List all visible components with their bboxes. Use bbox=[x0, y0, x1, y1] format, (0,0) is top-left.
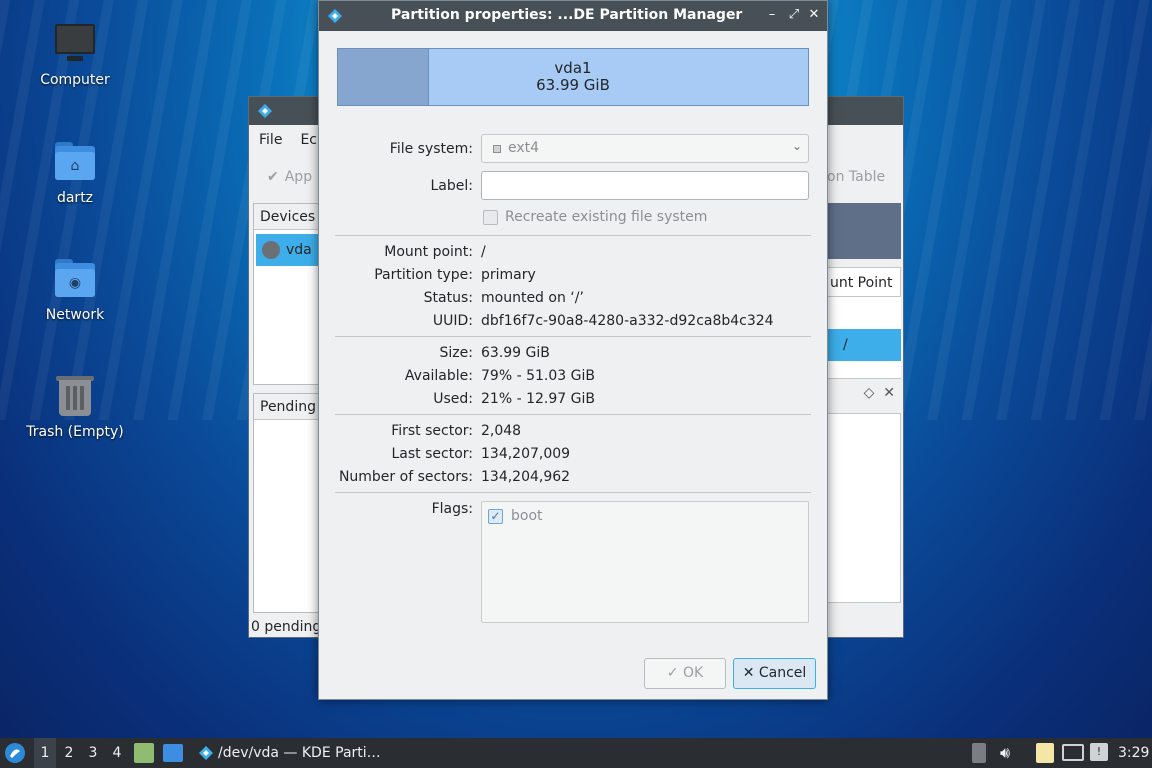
start-menu-icon[interactable] bbox=[4, 742, 26, 764]
network-folder-icon: ◉ bbox=[53, 257, 97, 301]
column-header-mount-point[interactable]: unt Point bbox=[827, 267, 901, 297]
recreate-checkbox[interactable] bbox=[483, 210, 498, 225]
workspace-4[interactable]: 4 bbox=[106, 738, 128, 768]
file-system-combo[interactable]: ext4 ⌄ bbox=[481, 134, 809, 163]
last-sector-value: 134,207,009 bbox=[481, 446, 571, 462]
separator bbox=[335, 414, 811, 415]
flags-label: Flags: bbox=[431, 501, 473, 517]
apply-check-icon: ✔ bbox=[267, 169, 279, 185]
desktop-icon-label: Network bbox=[45, 307, 105, 323]
uuid-value: dbf16f7c-90a8-4280-a332-d92ca8b4c324 bbox=[481, 313, 774, 329]
boot-flag-label: boot bbox=[511, 508, 543, 524]
ok-label: OK bbox=[682, 665, 704, 681]
dock-controls: ◇ ✕ bbox=[827, 385, 901, 413]
app-icon bbox=[199, 746, 213, 760]
num-sectors-label: Number of sectors: bbox=[338, 469, 473, 485]
available-value: 79% - 51.03 GiB bbox=[481, 368, 595, 384]
taskbar: 1 2 3 4 /dev/vda — KDE Parti… 🔊︎ ! 3:29 bbox=[0, 738, 1152, 768]
mount-point-value: / bbox=[481, 244, 486, 260]
status-value: mounted on ‘/’ bbox=[481, 290, 584, 306]
fs-color-icon bbox=[493, 145, 501, 153]
desktop-icon-network[interactable]: ◉ Network bbox=[20, 257, 130, 323]
workspace-3[interactable]: 3 bbox=[82, 738, 104, 768]
ok-button[interactable]: ✓ OK bbox=[644, 658, 726, 689]
desktop-icon-home[interactable]: ⌂ dartz bbox=[20, 140, 130, 206]
workspace-1[interactable]: 1 bbox=[34, 738, 56, 768]
apply-button[interactable]: App bbox=[285, 169, 312, 185]
partition-properties-dialog: Partition properties: ...DE Partition Ma… bbox=[318, 0, 828, 700]
recreate-label: Recreate existing file system bbox=[505, 209, 708, 225]
partition-usage-bar: vda1 63.99 GiB bbox=[337, 48, 809, 106]
close-dock-icon[interactable]: ✕ bbox=[883, 385, 895, 401]
partition-row[interactable]: / bbox=[827, 329, 901, 361]
chevron-down-icon: ⌄ bbox=[791, 139, 802, 153]
separator bbox=[335, 492, 811, 493]
desktop-icon-label: Computer bbox=[40, 72, 110, 88]
boot-flag-checkbox[interactable]: ✓ bbox=[488, 509, 503, 524]
cancel-label: Cancel bbox=[758, 665, 807, 681]
menu-edit[interactable]: Ec bbox=[300, 132, 317, 148]
desktop-icon-label: Trash (Empty) bbox=[26, 424, 124, 440]
used-label: Used: bbox=[433, 391, 473, 407]
close-icon[interactable]: ✕ bbox=[805, 6, 823, 24]
partition-name: vda1 bbox=[554, 59, 592, 77]
label-label: Label: bbox=[430, 178, 474, 194]
size-value: 63.99 GiB bbox=[481, 345, 550, 361]
computer-icon bbox=[53, 22, 97, 66]
partition-table-button[interactable]: on Table bbox=[827, 169, 885, 185]
volume-icon[interactable]: 🔊︎ bbox=[1000, 738, 1010, 768]
show-desktop-icon[interactable] bbox=[163, 744, 183, 762]
partition-size: 63.99 GiB bbox=[536, 76, 610, 94]
used-value: 21% - 12.97 GiB bbox=[481, 391, 595, 407]
status-bar: 0 pending bbox=[251, 619, 322, 635]
menu-file[interactable]: File bbox=[259, 132, 282, 148]
float-icon[interactable]: ◇ bbox=[864, 385, 875, 401]
separator bbox=[335, 336, 811, 337]
flags-list: ✓ boot bbox=[481, 501, 809, 623]
check-icon: ✓ bbox=[666, 665, 679, 681]
app-icon bbox=[258, 104, 272, 118]
file-system-label: File system: bbox=[389, 141, 473, 157]
mount-point-cell: / bbox=[843, 337, 848, 353]
first-sector-value: 2,048 bbox=[481, 423, 522, 439]
minimize-icon[interactable]: – bbox=[763, 6, 781, 24]
cancel-icon: ✕ bbox=[742, 665, 755, 681]
mount-point-label: Mount point: bbox=[384, 244, 473, 260]
network-icon[interactable] bbox=[1062, 744, 1084, 761]
size-label: Size: bbox=[439, 345, 473, 361]
trash-icon bbox=[53, 374, 97, 418]
update-icon[interactable] bbox=[972, 743, 986, 763]
desktop-icon-label: dartz bbox=[56, 190, 94, 206]
maximize-icon[interactable]: ⤢ bbox=[785, 6, 803, 24]
partition-view-right: unt Point / ◇ ✕ bbox=[827, 203, 901, 603]
disk-icon bbox=[262, 241, 280, 259]
desktop-icon-computer[interactable]: Computer bbox=[20, 22, 130, 88]
device-label: vda bbox=[286, 242, 312, 258]
taskbar-task-partition-manager[interactable]: /dev/vda — KDE Parti… bbox=[192, 738, 382, 768]
partition-type-value: primary bbox=[481, 267, 536, 283]
first-sector-label: First sector: bbox=[391, 423, 473, 439]
available-label: Available: bbox=[404, 368, 473, 384]
file-system-value: ext4 bbox=[508, 140, 540, 156]
label-input[interactable] bbox=[481, 171, 809, 200]
clock[interactable]: 3:29 bbox=[1118, 738, 1149, 768]
partition-graphic[interactable] bbox=[827, 203, 901, 259]
app-icon bbox=[328, 9, 342, 23]
last-sector-label: Last sector: bbox=[391, 446, 474, 462]
home-folder-icon: ⌂ bbox=[53, 140, 97, 184]
dialog-titlebar[interactable]: Partition properties: ...DE Partition Ma… bbox=[319, 1, 827, 31]
cancel-button[interactable]: ✕ Cancel bbox=[733, 658, 816, 689]
dialog-title: Partition properties: ...DE Partition Ma… bbox=[391, 7, 743, 23]
separator bbox=[335, 235, 811, 236]
clipboard-icon[interactable] bbox=[1036, 743, 1054, 763]
status-label: Status: bbox=[423, 290, 473, 306]
workspace-2[interactable]: 2 bbox=[58, 738, 80, 768]
partition-type-label: Partition type: bbox=[374, 267, 473, 283]
task-title: /dev/vda — KDE Parti… bbox=[218, 745, 381, 761]
uuid-label: UUID: bbox=[432, 313, 473, 329]
notification-icon[interactable]: ! bbox=[1090, 743, 1108, 761]
desktop-icon-trash[interactable]: Trash (Empty) bbox=[20, 374, 130, 440]
num-sectors-value: 134,204,962 bbox=[481, 469, 571, 485]
file-manager-icon[interactable] bbox=[134, 743, 154, 763]
